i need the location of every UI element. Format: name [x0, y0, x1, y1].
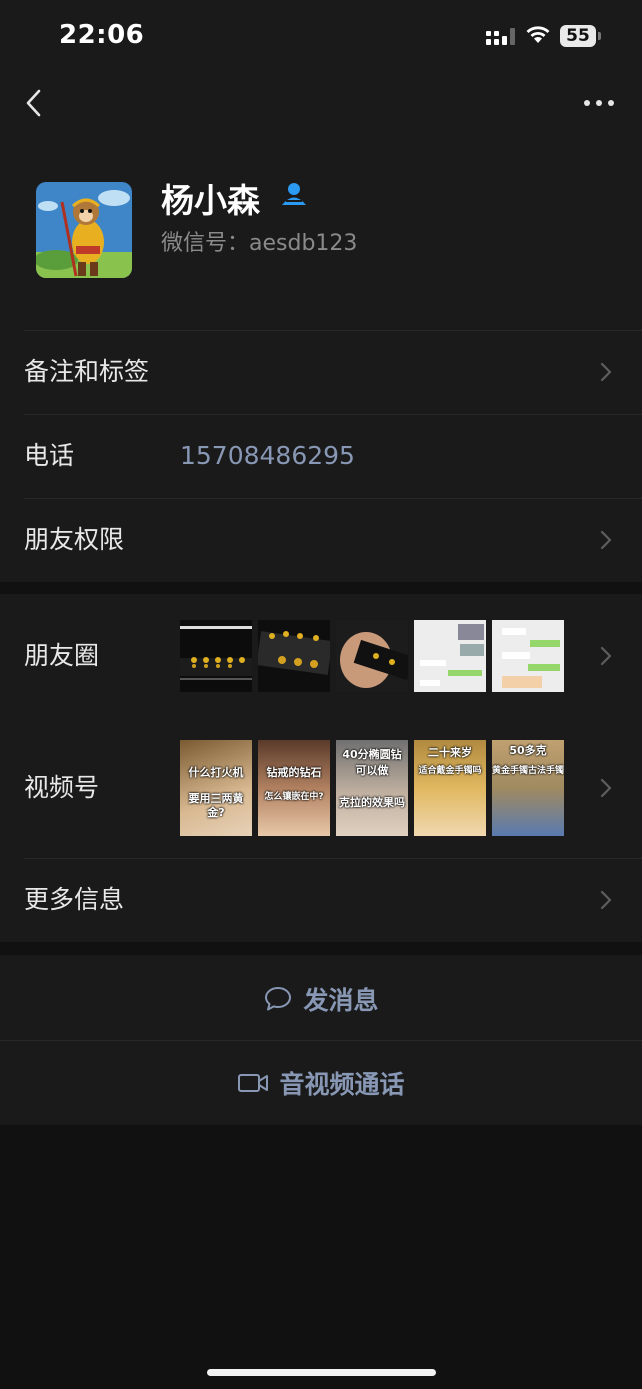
- thumbnail-caption: 可以做: [355, 764, 389, 777]
- wifi-icon: [526, 26, 550, 43]
- thumbnail-caption: 要用三两黄金?: [188, 792, 244, 819]
- chevron-right-icon: [600, 646, 612, 666]
- home-indicator[interactable]: [207, 1369, 436, 1376]
- channel-video-thumbnail[interactable]: 钻戒的钻石 怎么镶嵌在中?: [258, 740, 330, 836]
- thumbnail-caption: 什么打火机: [188, 766, 244, 779]
- channel-video-thumbnail[interactable]: 40分椭圆钻 可以做 克拉的效果吗: [336, 740, 408, 836]
- moments-thumbnail[interactable]: [414, 620, 486, 692]
- thumbnail-caption: 二十来岁: [428, 746, 472, 759]
- voice-video-call-label: 音视频通话: [279, 1070, 405, 1099]
- send-message-label: 发消息: [303, 986, 379, 1015]
- battery-icon: 55: [560, 25, 596, 47]
- thumbnail-caption: 适合戴金手镯吗: [418, 766, 482, 776]
- channel-video-thumbnail[interactable]: 二十来岁 适合戴金手镯吗: [414, 740, 486, 836]
- battery-tip: [598, 32, 601, 40]
- thumbnail-caption: 克拉的效果吗: [339, 796, 405, 809]
- channels-row[interactable]: 视频号 什么打火机 要用三两黄金? 钻戒的钻石 怎么镶嵌在中? 40分椭圆钻 可…: [0, 718, 642, 858]
- phone-label: 电话: [24, 441, 75, 470]
- thumbnail-caption: 50多克: [509, 744, 547, 757]
- channel-video-thumbnail[interactable]: 什么打火机 要用三两黄金?: [180, 740, 252, 836]
- channels-thumbnails: 什么打火机 要用三两黄金? 钻戒的钻石 怎么镶嵌在中? 40分椭圆钻 可以做 克…: [180, 740, 564, 836]
- thumbnail-caption: 钻戒的钻石: [266, 766, 322, 779]
- phone-number-link[interactable]: 15708486295: [180, 414, 355, 498]
- chevron-right-icon: [600, 530, 612, 550]
- chevron-right-icon: [600, 778, 612, 798]
- moments-thumbnail[interactable]: [180, 620, 252, 692]
- moments-thumbnail[interactable]: [492, 620, 564, 692]
- friend-permissions-row[interactable]: 朋友权限: [0, 498, 642, 582]
- moments-thumbnail[interactable]: [258, 620, 330, 692]
- content-section: 朋友圈 视频号 什么打火机 要用三两黄金? 钻戒的钻石 怎么镶嵌在中? 40分椭…: [0, 594, 642, 942]
- channel-video-thumbnail[interactable]: 50多克 黄金手镯古法手镯: [492, 740, 564, 836]
- status-bar: 22:06 55: [0, 0, 642, 70]
- person-icon: [282, 183, 306, 205]
- chat-bubble-icon: [265, 987, 292, 1011]
- contact-name: 杨小森: [161, 181, 260, 220]
- more-info-label: 更多信息: [24, 885, 125, 914]
- moments-thumbnails: [180, 620, 564, 692]
- more-info-row[interactable]: 更多信息: [0, 858, 642, 942]
- remark-tags-label: 备注和标签: [24, 357, 150, 386]
- cellular-signal-icon: [486, 28, 515, 45]
- status-time: 22:06: [59, 20, 145, 50]
- back-button[interactable]: [18, 86, 52, 120]
- thumbnail-caption: 黄金手镯古法手镯: [492, 766, 564, 776]
- phone-row: 电话 15708486295: [0, 414, 642, 498]
- moments-label: 朋友圈: [24, 641, 100, 670]
- avatar[interactable]: [36, 182, 132, 278]
- action-section: 发消息 音视频通话: [0, 955, 642, 1125]
- thumbnail-caption: 40分椭圆钻: [342, 748, 402, 761]
- battery-level: 55: [566, 26, 590, 46]
- remark-tags-row[interactable]: 备注和标签: [0, 330, 642, 414]
- chevron-right-icon: [600, 890, 612, 910]
- voice-video-call-button[interactable]: 音视频通话: [0, 1041, 642, 1125]
- moments-thumbnail[interactable]: [336, 620, 408, 692]
- wechat-id: 微信号：aesdb123: [161, 231, 358, 256]
- profile-section: 杨小森 微信号：aesdb123 备注和标签 电话 15708486295 朋友…: [0, 70, 642, 582]
- send-message-button[interactable]: 发消息: [0, 957, 642, 1041]
- friend-permissions-label: 朋友权限: [24, 525, 125, 554]
- thumbnail-caption: 怎么镶嵌在中?: [264, 792, 324, 802]
- moments-row[interactable]: 朋友圈: [0, 594, 642, 718]
- channels-label: 视频号: [24, 773, 100, 802]
- more-options-button[interactable]: [578, 88, 620, 118]
- video-camera-icon: [238, 1074, 269, 1092]
- chevron-right-icon: [600, 362, 612, 382]
